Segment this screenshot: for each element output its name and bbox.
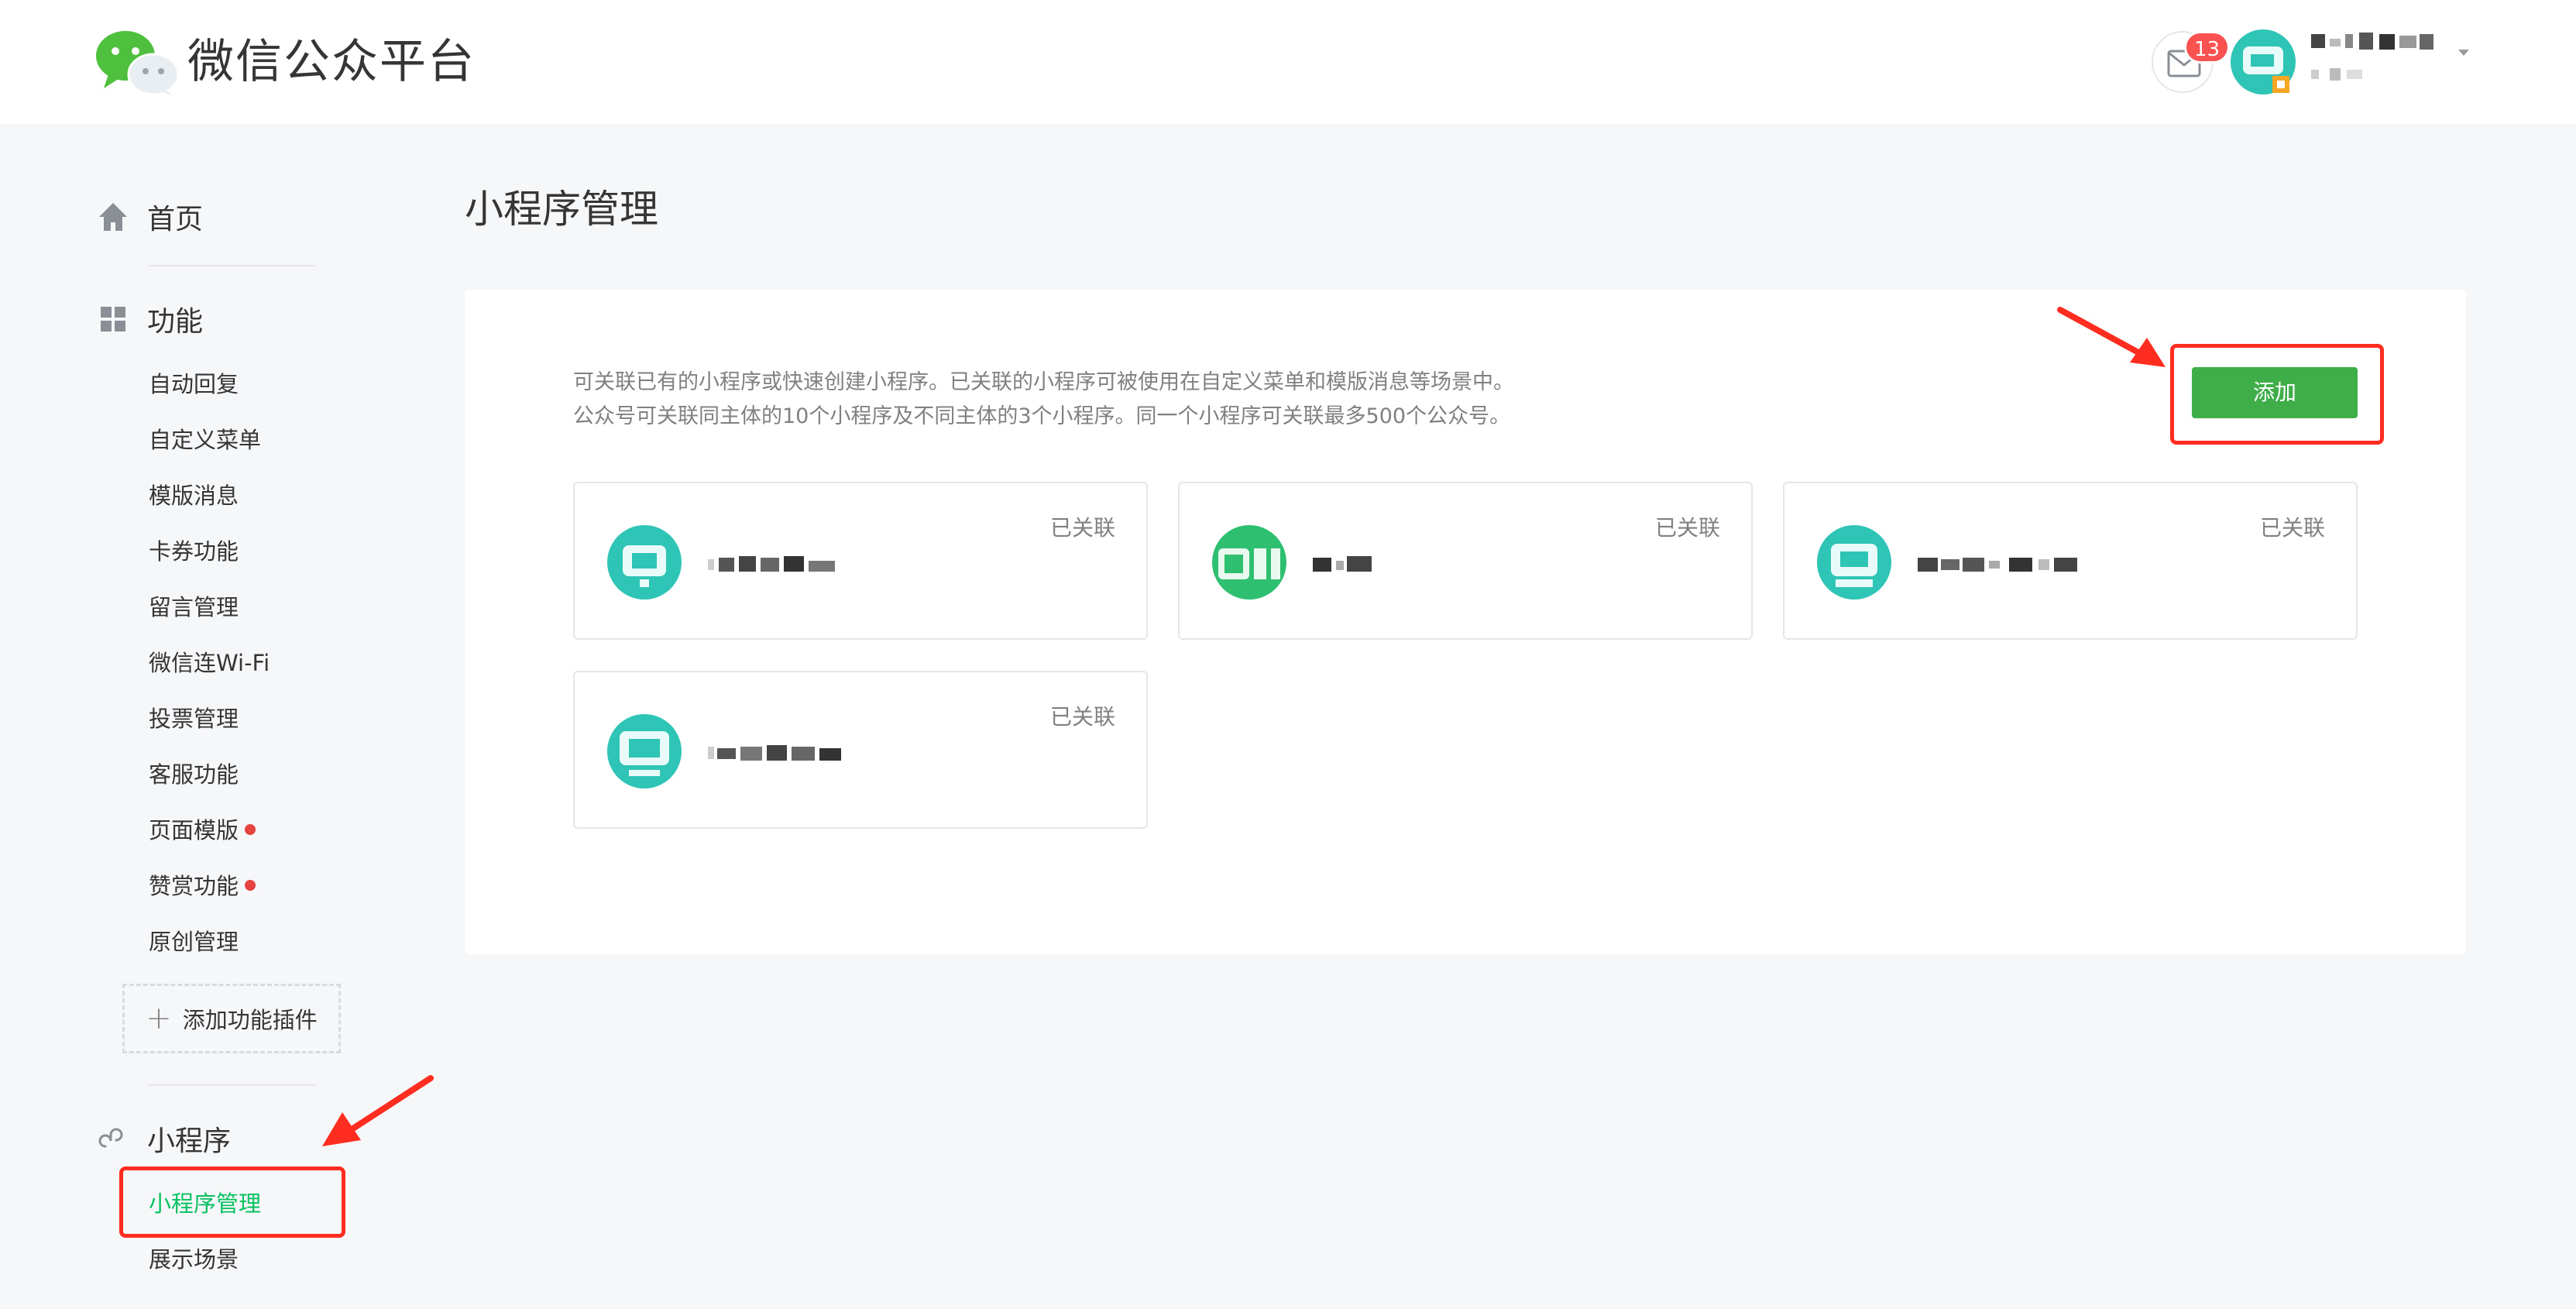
sidebar-item-page-template[interactable]: 页面模版 <box>149 815 256 846</box>
new-dot-indicator <box>245 824 256 835</box>
nav-features-label: 功能 <box>147 306 204 338</box>
miniprogram-card[interactable]: 已关联 <box>1178 482 1753 640</box>
sidebar-item-label: 页面模版 <box>149 817 239 843</box>
account-subtitle-blurred <box>2311 68 2362 81</box>
nav-home-label: 首页 <box>147 204 204 235</box>
miniprogram-avatar <box>607 714 682 788</box>
home-icon <box>99 203 127 231</box>
account-name-blurred[interactable] <box>2311 29 2435 53</box>
miniprogram-card[interactable]: 已关联 <box>573 671 1148 829</box>
description-line: 公众号可关联同主体的10个小程序及不同主体的3个小程序。同一个小程序可关联最多5… <box>573 404 1511 428</box>
description: 可关联已有的小程序或快速创建小程序。已关联的小程序可被使用在自定义菜单和模版消息… <box>573 366 1514 434</box>
sidebar-item-display-scenes[interactable]: 展示场景 <box>149 1244 239 1275</box>
miniprogram-name-blurred <box>1313 556 1372 572</box>
wechat-logo-icon <box>96 31 180 96</box>
arrow-icon <box>2057 307 2166 367</box>
miniprogram-card[interactable]: 已关联 <box>573 482 1148 640</box>
miniprogram-icon <box>98 1128 123 1148</box>
linked-status: 已关联 <box>1049 515 1115 541</box>
grid-icon <box>101 307 125 332</box>
highlight-box-miniprogram-management <box>119 1166 345 1238</box>
sidebar-item-label: 自定义菜单 <box>149 427 262 453</box>
sidebar-item-comments[interactable]: 留言管理 <box>149 592 239 623</box>
miniprogram-name-blurred <box>708 556 835 572</box>
sidebar-item-tipping[interactable]: 赞赏功能 <box>149 871 256 902</box>
linked-status: 已关联 <box>1049 704 1115 730</box>
miniprogram-card[interactable]: 已关联 <box>1783 482 2358 640</box>
nav-miniprogram[interactable]: 小程序 <box>98 1118 231 1159</box>
sidebar-item-label: 展示场景 <box>149 1246 239 1273</box>
sidebar-item-label: 留言管理 <box>149 594 239 620</box>
new-dot-indicator <box>245 880 256 891</box>
linked-status: 已关联 <box>1654 515 1720 541</box>
sidebar-item-voting[interactable]: 投票管理 <box>149 703 239 734</box>
sidebar-divider <box>149 265 316 266</box>
chevron-down-icon[interactable] <box>2457 48 2471 57</box>
sidebar-item-label: 赞赏功能 <box>149 873 239 899</box>
sidebar-divider <box>149 1084 316 1086</box>
sidebar-item-coupons[interactable]: 卡券功能 <box>149 536 239 567</box>
brand-title[interactable]: 微信公众平台 <box>187 33 476 91</box>
nav-features[interactable]: 功能 <box>98 299 203 339</box>
add-plugin-label: 添加功能插件 <box>182 1007 318 1033</box>
sidebar-item-wifi[interactable]: 微信连Wi-Fi <box>149 648 270 679</box>
nav-miniprogram-label: 小程序 <box>147 1125 232 1157</box>
miniprogram-avatar <box>607 525 682 600</box>
sidebar-item-label: 客服功能 <box>149 761 239 788</box>
sidebar-item-label: 原创管理 <box>149 929 239 955</box>
sidebar-item-custom-menu[interactable]: 自定义菜单 <box>149 424 261 455</box>
add-plugin-button[interactable]: + 添加功能插件 <box>122 984 341 1053</box>
miniprogram-name-blurred <box>708 745 841 761</box>
arrow-icon <box>322 1075 434 1146</box>
sidebar-item-label: 模版消息 <box>149 483 239 509</box>
sidebar-item-auto-reply[interactable]: 自动回复 <box>149 369 239 400</box>
sidebar-item-label: 微信连Wi-Fi <box>149 650 270 676</box>
description-line: 可关联已有的小程序或快速创建小程序。已关联的小程序可被使用在自定义菜单和模版消息… <box>573 370 1514 394</box>
top-header: 微信公众平台 13 <box>0 0 2576 124</box>
miniprogram-avatar <box>1817 525 1891 600</box>
sidebar-item-template-message[interactable]: 模版消息 <box>149 480 239 511</box>
nav-home[interactable]: 首页 <box>98 197 203 237</box>
miniprogram-avatar <box>1212 525 1286 600</box>
plus-icon: + <box>146 1001 172 1036</box>
highlight-box-add-button <box>2170 344 2384 445</box>
sidebar-item-label: 自动回复 <box>149 371 239 397</box>
miniprogram-name-blurred <box>1918 558 2077 572</box>
page-title: 小程序管理 <box>465 187 658 232</box>
sidebar-item-label: 投票管理 <box>149 706 239 732</box>
linked-status: 已关联 <box>2259 515 2325 541</box>
notification-badge: 13 <box>2184 31 2231 64</box>
sidebar-item-originality[interactable]: 原创管理 <box>149 926 239 957</box>
sidebar-item-label: 卡券功能 <box>149 538 239 565</box>
account-avatar[interactable] <box>2229 28 2297 96</box>
sidebar-item-customer-service[interactable]: 客服功能 <box>149 759 239 790</box>
